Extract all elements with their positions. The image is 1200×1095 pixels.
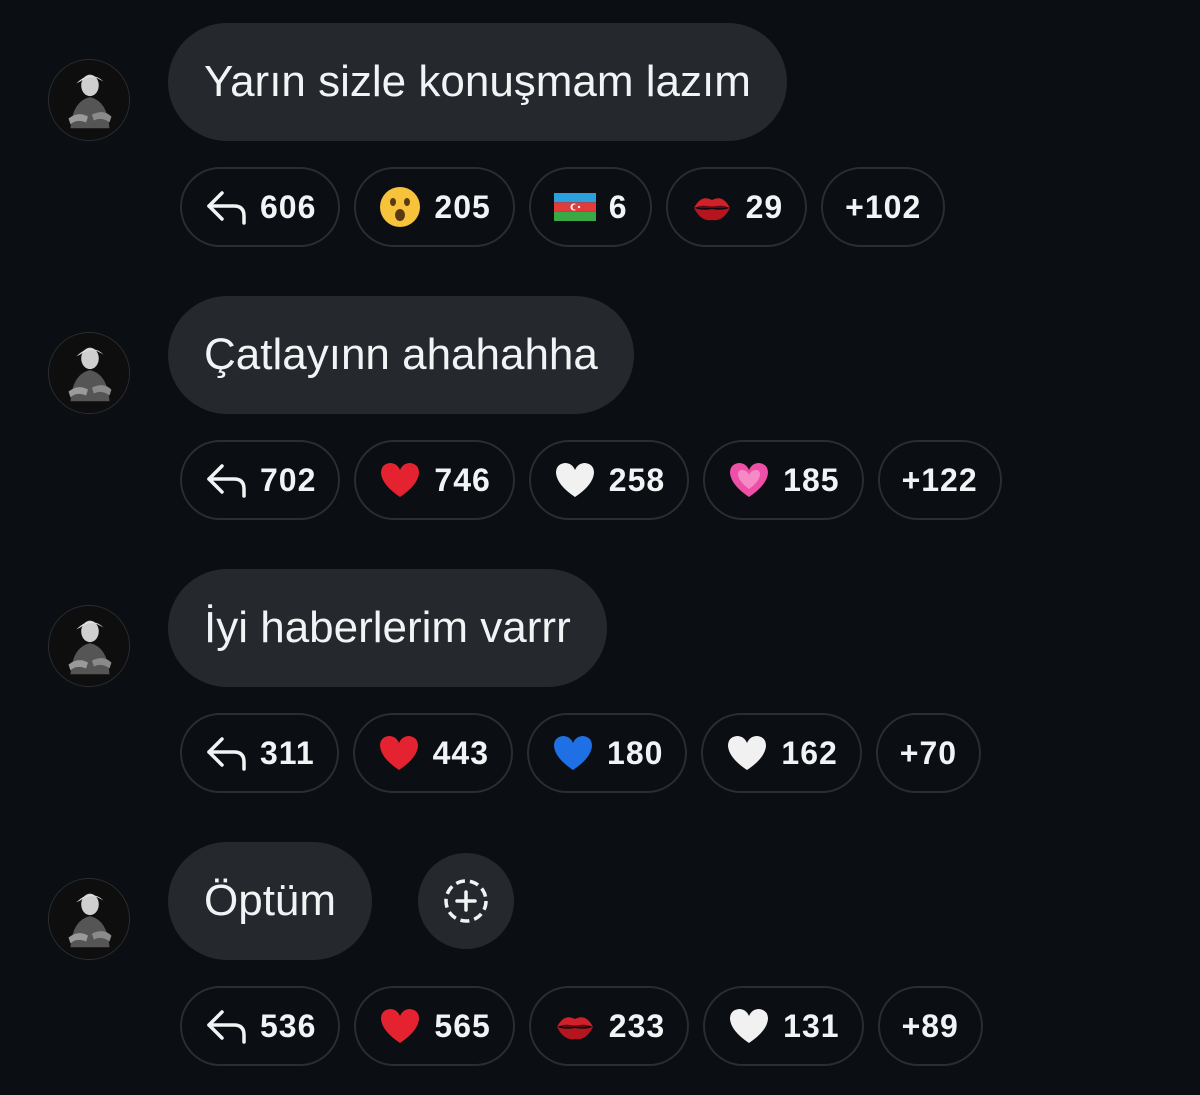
white-heart-icon: [725, 731, 769, 775]
reply-icon: [204, 458, 248, 502]
reaction-bar: 702 746 258 185 +122: [180, 440, 1002, 520]
reply-chip[interactable]: 606: [180, 167, 341, 247]
avatar-photo-icon: [49, 606, 129, 686]
reaction-count: 185: [783, 461, 840, 498]
reaction-chip[interactable]: 185: [703, 440, 864, 520]
reaction-count: 606: [260, 188, 317, 225]
message-bubble[interactable]: Yarın sizle konuşmam lazım: [168, 23, 787, 141]
reaction-count: 565: [434, 1007, 491, 1044]
reaction-chip[interactable]: 565: [354, 986, 515, 1066]
red-heart-icon: [378, 1004, 422, 1048]
avatar-photo-icon: [49, 60, 129, 140]
reaction-count: 311: [260, 734, 315, 771]
avatar[interactable]: [48, 878, 130, 960]
avatar[interactable]: [48, 605, 130, 687]
more-reactions-count: +122: [901, 461, 978, 498]
reaction-chip[interactable]: 162: [701, 713, 862, 793]
reaction-count: 233: [608, 1007, 666, 1044]
surprised-face-icon: [378, 185, 422, 229]
reaction-count: 6: [608, 188, 628, 225]
white-heart-icon: [553, 458, 597, 502]
reaction-chip[interactable]: 205: [354, 167, 515, 247]
more-reactions-chip[interactable]: +102: [821, 167, 946, 247]
kiss-mark-icon: [690, 185, 734, 229]
more-reactions-count: +70: [899, 734, 958, 771]
add-reaction-icon: [444, 879, 488, 923]
reaction-bar: 536 565 233 131 +89: [180, 986, 983, 1066]
reaction-chip[interactable]: 131: [703, 986, 864, 1066]
message-bubble[interactable]: İyi haberlerim varrr: [168, 569, 607, 687]
reply-chip[interactable]: 536: [180, 986, 341, 1066]
avatar[interactable]: [48, 332, 130, 414]
more-reactions-count: +89: [901, 1007, 959, 1044]
reply-icon: [204, 731, 248, 775]
avatar[interactable]: [48, 59, 130, 141]
reaction-chip[interactable]: 746: [354, 440, 515, 520]
reaction-chip[interactable]: 29: [665, 167, 808, 247]
message-bubble[interactable]: Çatlayınn ahahahha: [168, 296, 634, 414]
red-heart-icon: [378, 458, 422, 502]
blue-heart-icon: [551, 731, 595, 775]
more-reactions-chip[interactable]: +89: [877, 986, 983, 1066]
avatar-photo-icon: [49, 333, 129, 413]
reaction-count: 258: [608, 461, 666, 498]
reaction-count: 29: [745, 188, 784, 225]
reply-icon: [204, 1004, 248, 1048]
add-reaction-button[interactable]: [418, 853, 514, 949]
reaction-bar: 311 443 180 162 +70: [180, 713, 982, 793]
message-bubble[interactable]: Öptüm: [168, 842, 373, 960]
reaction-count: 443: [432, 734, 490, 771]
reaction-chip[interactable]: 6: [528, 167, 652, 247]
reaction-chip[interactable]: 233: [528, 986, 690, 1066]
reaction-count: 162: [781, 734, 838, 771]
reaction-chip[interactable]: 258: [528, 440, 690, 520]
reaction-bar: 606 205 6 29 +102: [180, 167, 946, 247]
more-reactions-chip[interactable]: +122: [877, 440, 1002, 520]
reaction-count: 131: [783, 1007, 840, 1044]
red-heart-icon: [377, 731, 421, 775]
reaction-count: 180: [607, 734, 664, 771]
reaction-chip[interactable]: 180: [527, 713, 688, 793]
azerbaijan-flag-icon: [553, 185, 597, 229]
kiss-mark-icon: [553, 1004, 597, 1048]
more-reactions-chip[interactable]: +70: [875, 713, 982, 793]
pink-heart-icon: [727, 458, 771, 502]
reaction-count: 746: [434, 461, 491, 498]
more-reactions-count: +102: [845, 188, 922, 225]
avatar-photo-icon: [49, 879, 129, 959]
reaction-chip[interactable]: 443: [352, 713, 514, 793]
reply-chip[interactable]: 311: [180, 713, 339, 793]
reply-icon: [204, 185, 248, 229]
reaction-count: 702: [260, 461, 317, 498]
reaction-count: 205: [434, 188, 491, 225]
reply-chip[interactable]: 702: [180, 440, 341, 520]
reaction-count: 536: [260, 1007, 317, 1044]
white-heart-icon: [727, 1004, 771, 1048]
